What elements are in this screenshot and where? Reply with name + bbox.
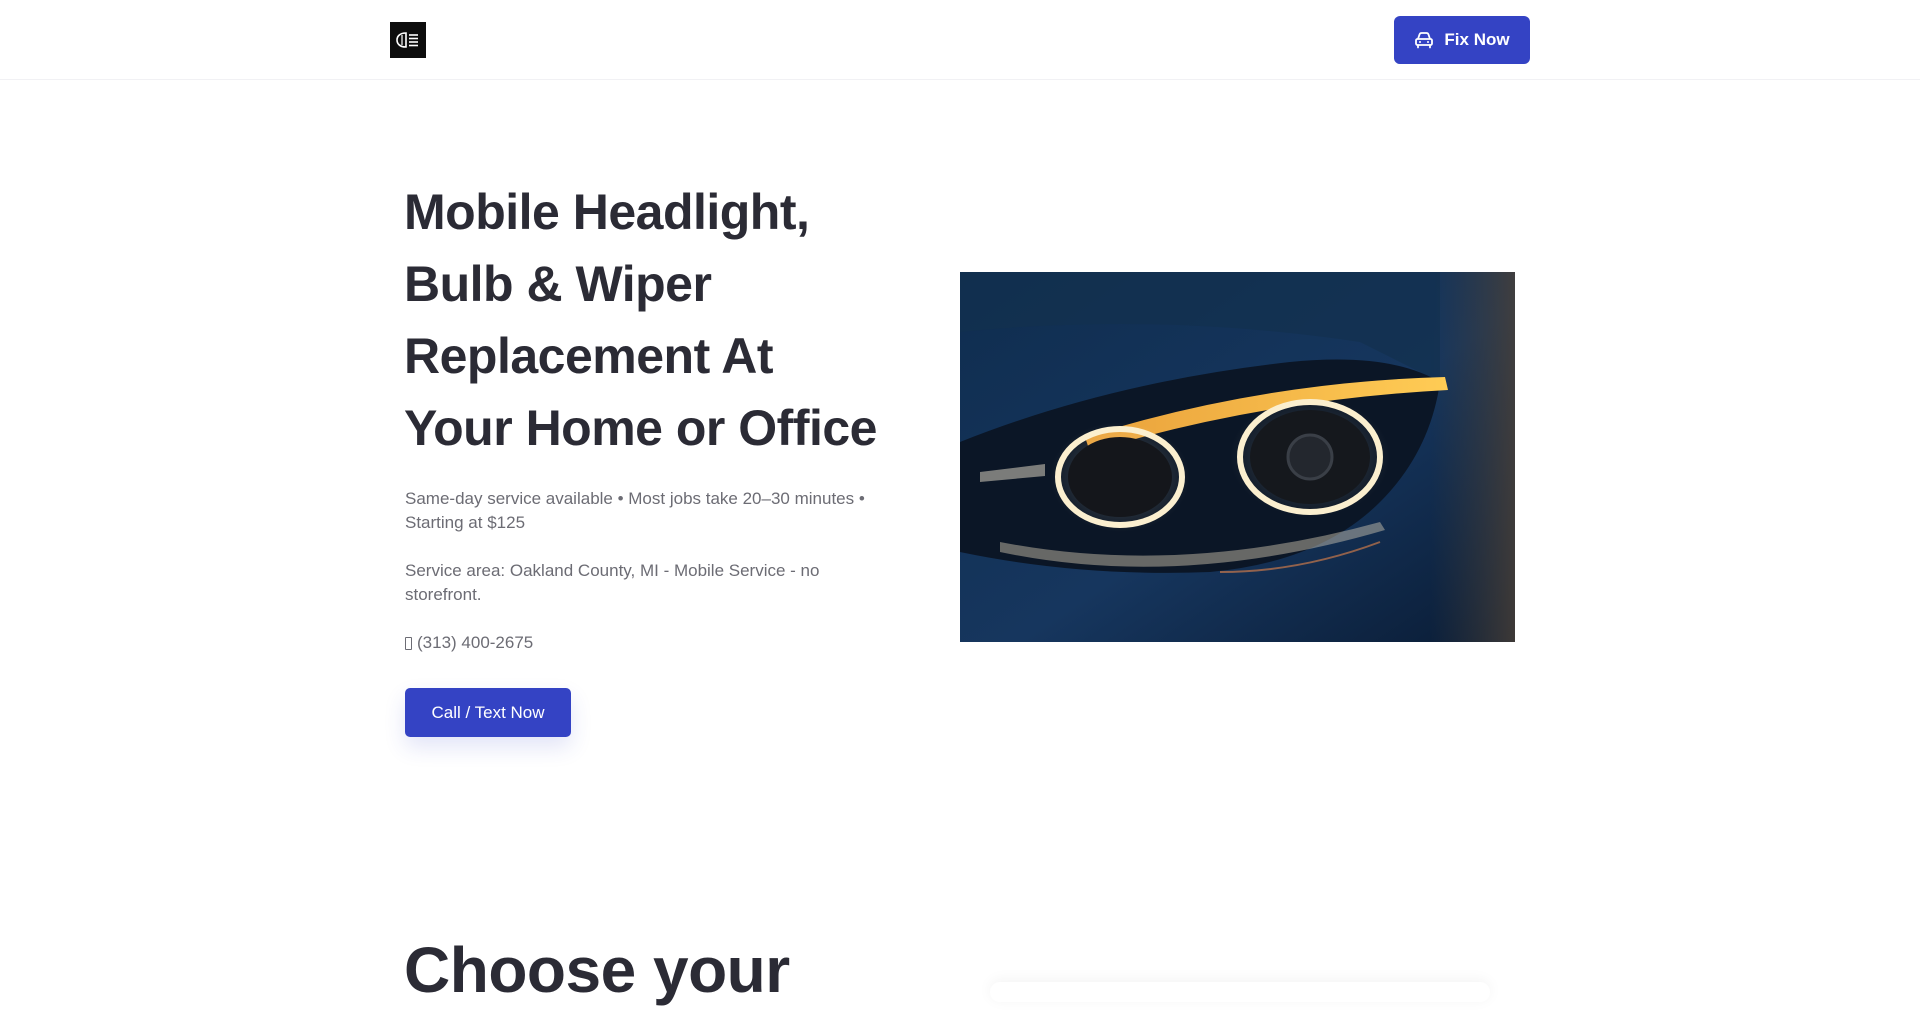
section-title: Choose your	[404, 934, 790, 1006]
card-preview	[990, 982, 1490, 1002]
phone-number: (313) 400-2675	[417, 633, 534, 652]
fix-now-label: Fix Now	[1444, 30, 1510, 49]
hero-details: Same-day service available • Most jobs t…	[405, 489, 865, 532]
call-text-button[interactable]: Call / Text Now	[405, 688, 571, 737]
fix-now-button[interactable]: Fix Now	[1394, 16, 1530, 64]
site-header: Fix Now	[0, 0, 1920, 80]
service-area-text: Service area: Oakland County, MI - Mobil…	[405, 561, 820, 604]
car-icon	[1415, 32, 1434, 49]
phone-line[interactable]: (313) 400-2675	[405, 631, 533, 655]
hero-title: Mobile Headlight, Bulb & Wiper Replaceme…	[404, 184, 877, 456]
car-headlight-image	[960, 272, 1515, 642]
headlight-logo-icon	[396, 32, 418, 48]
phone-icon	[405, 636, 412, 650]
logo[interactable]	[390, 22, 426, 58]
